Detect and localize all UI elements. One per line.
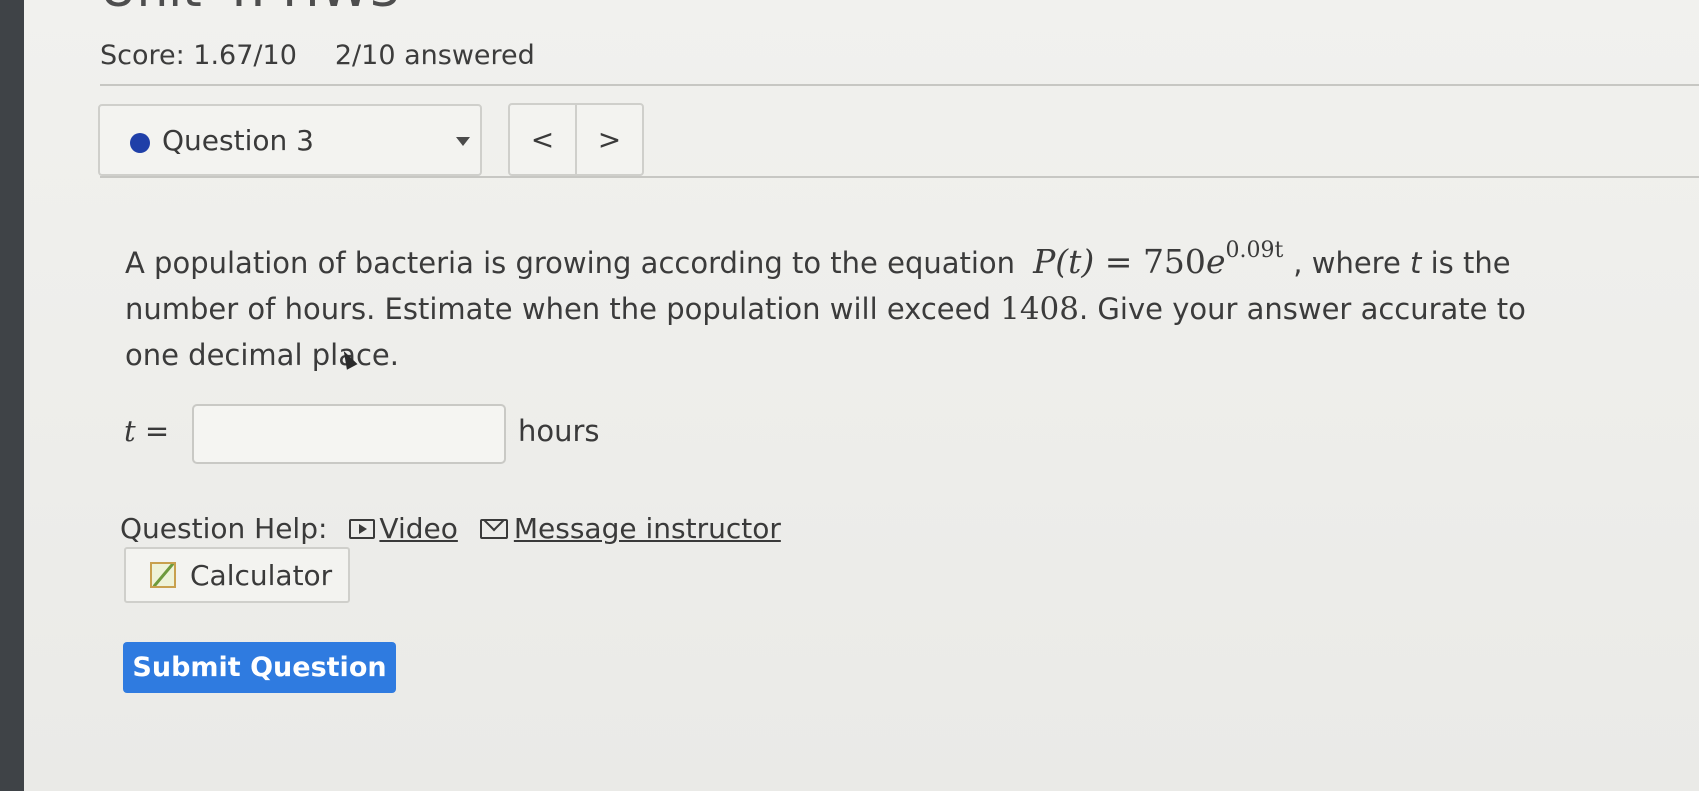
calculator-button[interactable]: Calculator [124, 547, 350, 603]
assignment-page: Unit 4: HW3 Score: 1.67/102/10 answered … [24, 0, 1699, 791]
question-nav-buttons: < > [508, 103, 644, 176]
submit-question-button[interactable]: Submit Question [123, 642, 396, 693]
answer-variable: t [124, 414, 136, 448]
variable-t: t [1410, 246, 1422, 280]
question-text-part: A population of bacteria is growing acco… [125, 246, 1016, 280]
caret-down-icon [456, 137, 470, 146]
chevron-right-icon: > [597, 123, 622, 156]
envelope-icon [479, 518, 508, 539]
answer-input[interactable] [192, 404, 506, 464]
video-link-label: Video [379, 512, 458, 545]
question-selector[interactable]: Question 3 [98, 104, 482, 176]
equation-lhs: P(t) [1033, 242, 1095, 281]
video-icon [349, 518, 376, 539]
next-question-button[interactable]: > [575, 105, 642, 174]
answer-equals: = [144, 414, 170, 448]
answer-unit: hours [518, 414, 600, 448]
answered-count: 2/10 answered [334, 40, 535, 71]
previous-question-button[interactable]: < [510, 105, 575, 174]
equation-base: e [1205, 242, 1226, 281]
video-link[interactable]: Video [349, 512, 458, 545]
question-help-label: Question Help: [120, 512, 328, 545]
divider [100, 84, 1699, 86]
divider [100, 176, 1699, 178]
equation-exponent: 0.09t [1225, 238, 1284, 263]
answer-label: t = [124, 414, 169, 448]
message-instructor-link[interactable]: Message instructor [479, 512, 781, 545]
question-text-part: , where [1293, 246, 1401, 280]
chevron-left-icon: < [530, 123, 555, 156]
equation-equals: = [1104, 242, 1133, 281]
calculator-icon [150, 562, 176, 588]
population-threshold: 1408 [1000, 291, 1079, 327]
calculator-label: Calculator [190, 558, 333, 592]
score-text: Score: 1.67/10 [100, 40, 297, 71]
question-selector-label: Question 3 [162, 124, 314, 157]
equation: P(t) = 750e0.09t [1033, 238, 1283, 281]
assignment-title: Unit 4: HW3 [100, 0, 401, 18]
score-line: Score: 1.67/10 2/10 answered [100, 40, 535, 71]
question-status-dot-icon [130, 133, 150, 153]
equation-coefficient: 750 [1142, 242, 1206, 281]
question-help: Question Help: Video Message instructor [120, 512, 781, 545]
message-instructor-label: Message instructor [513, 512, 781, 545]
